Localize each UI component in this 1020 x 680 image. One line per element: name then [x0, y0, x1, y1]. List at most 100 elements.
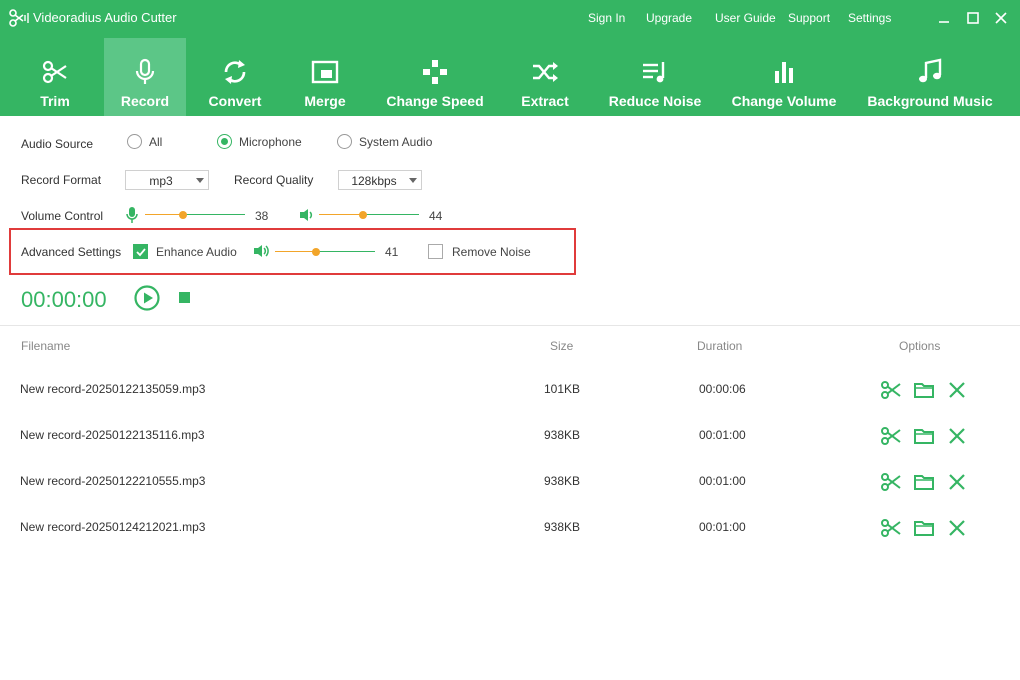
remove-noise-checkbox[interactable]: [428, 244, 443, 259]
minimize-icon[interactable]: [934, 8, 954, 28]
speaker-volume-value: 44: [429, 209, 443, 223]
row-filename: New record-20250124212021.mp3: [20, 520, 206, 534]
mic-volume-slider[interactable]: [145, 209, 245, 221]
delete-x-icon[interactable]: [946, 471, 968, 493]
tool-trim-label: Trim: [40, 93, 70, 109]
tool-reduce-noise-label: Reduce Noise: [608, 93, 702, 109]
play-button[interactable]: [134, 285, 160, 311]
speaker-volume-slider[interactable]: [319, 209, 419, 221]
tool-record-label: Record: [120, 93, 170, 109]
enhance-audio-checkbox[interactable]: [133, 244, 148, 259]
settings-link[interactable]: Settings: [848, 11, 891, 25]
row-filename: New record-20250122210555.mp3: [20, 474, 206, 488]
trim-scissors-icon[interactable]: [880, 517, 902, 539]
record-format-select[interactable]: mp3: [125, 170, 209, 190]
radio-all[interactable]: [127, 134, 142, 149]
stop-button[interactable]: [179, 292, 191, 304]
tool-merge[interactable]: Merge: [288, 38, 362, 116]
row-filename: New record-20250122135059.mp3: [20, 382, 206, 396]
sign-in-link[interactable]: Sign In: [588, 11, 625, 25]
record-timer: 00:00:00: [21, 287, 107, 312]
chevron-down-icon: [196, 178, 204, 183]
trim-scissors-icon[interactable]: [880, 379, 902, 401]
enhance-audio-label: Enhance Audio: [156, 245, 237, 259]
delete-x-icon[interactable]: [946, 379, 968, 401]
row-duration: 00:01:00: [699, 474, 746, 488]
slider-fill: [275, 251, 316, 252]
tool-trim[interactable]: Trim: [16, 38, 94, 116]
merge-icon: [311, 60, 339, 84]
checkmark-icon: [136, 248, 146, 257]
section-divider: [0, 325, 1020, 326]
remove-noise-label: Remove Noise: [452, 245, 531, 259]
row-duration: 00:01:00: [699, 428, 746, 442]
radio-system-audio-label: System Audio: [359, 135, 433, 149]
tool-extract-label: Extract: [521, 93, 569, 109]
microphone-icon: [126, 207, 138, 223]
tool-change-speed-label: Change Speed: [386, 93, 484, 109]
record-quality-select[interactable]: 128kbps: [338, 170, 422, 190]
app-title: Videoradius Audio Cutter: [33, 10, 177, 25]
radio-microphone-label: Microphone: [239, 135, 302, 149]
slider-fill: [145, 214, 183, 215]
convert-icon: [224, 60, 246, 84]
row-duration: 00:00:06: [699, 382, 746, 396]
tool-background-music-label: Background Music: [867, 93, 993, 109]
radio-microphone[interactable]: [217, 134, 232, 149]
noise-icon: [643, 62, 665, 83]
row-size: 101KB: [544, 382, 581, 396]
delete-x-icon[interactable]: [946, 425, 968, 447]
tool-change-volume[interactable]: Change Volume: [726, 38, 842, 116]
trim-scissors-icon[interactable]: [880, 471, 902, 493]
chevron-down-icon: [409, 178, 417, 183]
column-header-duration: Duration: [697, 339, 743, 353]
close-icon[interactable]: [991, 8, 1011, 28]
open-folder-icon[interactable]: [913, 425, 935, 447]
tool-convert-label: Convert: [208, 93, 262, 109]
row-size: 938KB: [544, 474, 581, 488]
tool-extract[interactable]: Extract: [508, 38, 582, 116]
trim-scissors-icon[interactable]: [880, 425, 902, 447]
tool-record[interactable]: Record: [104, 38, 186, 116]
delete-x-icon[interactable]: [946, 517, 968, 539]
open-folder-icon[interactable]: [913, 379, 935, 401]
maximize-icon[interactable]: [963, 8, 983, 28]
slider-knob[interactable]: [359, 211, 367, 219]
tool-background-music[interactable]: Background Music: [862, 38, 998, 116]
support-link[interactable]: Support: [788, 11, 830, 25]
upgrade-link[interactable]: Upgrade: [646, 11, 692, 25]
app-header: Videoradius Audio Cutter Sign In Upgrade…: [0, 0, 1020, 116]
enhance-audio-slider[interactable]: [275, 246, 375, 258]
open-folder-icon[interactable]: [913, 471, 935, 493]
speaker-icon: [300, 209, 313, 221]
row-size: 938KB: [544, 520, 581, 534]
microphone-icon: [135, 58, 155, 84]
audio-source-label: Audio Source: [21, 137, 94, 151]
slider-knob[interactable]: [179, 211, 187, 219]
tool-reduce-noise[interactable]: Reduce Noise: [602, 38, 708, 116]
row-duration: 00:01:00: [699, 520, 746, 534]
tool-change-volume-label: Change Volume: [731, 93, 837, 109]
slider-knob[interactable]: [312, 248, 320, 256]
speaker-icon: [254, 245, 269, 257]
column-header-filename: Filename: [21, 339, 71, 353]
open-folder-icon[interactable]: [913, 517, 935, 539]
music-note-icon: [919, 58, 942, 83]
record-quality-label: Record Quality: [234, 173, 314, 187]
radio-all-label: All: [149, 135, 163, 149]
user-guide-link[interactable]: User Guide: [715, 11, 776, 25]
volume-control-label: Volume Control: [21, 209, 104, 223]
column-header-size: Size: [550, 339, 574, 353]
mic-volume-value: 38: [255, 209, 269, 223]
enhance-audio-value: 41: [385, 245, 399, 259]
slider-fill: [319, 214, 363, 215]
gamepad-icon: [423, 60, 447, 84]
tool-convert[interactable]: Convert: [196, 38, 274, 116]
radio-system-audio[interactable]: [337, 134, 352, 149]
tool-merge-label: Merge: [304, 93, 346, 109]
shuffle-icon: [533, 62, 558, 82]
tool-change-speed[interactable]: Change Speed: [380, 38, 490, 116]
bars-icon: [775, 62, 793, 83]
title-bar: Videoradius Audio Cutter Sign In Upgrade…: [0, 0, 1020, 36]
advanced-settings-label: Advanced Settings: [21, 245, 122, 259]
